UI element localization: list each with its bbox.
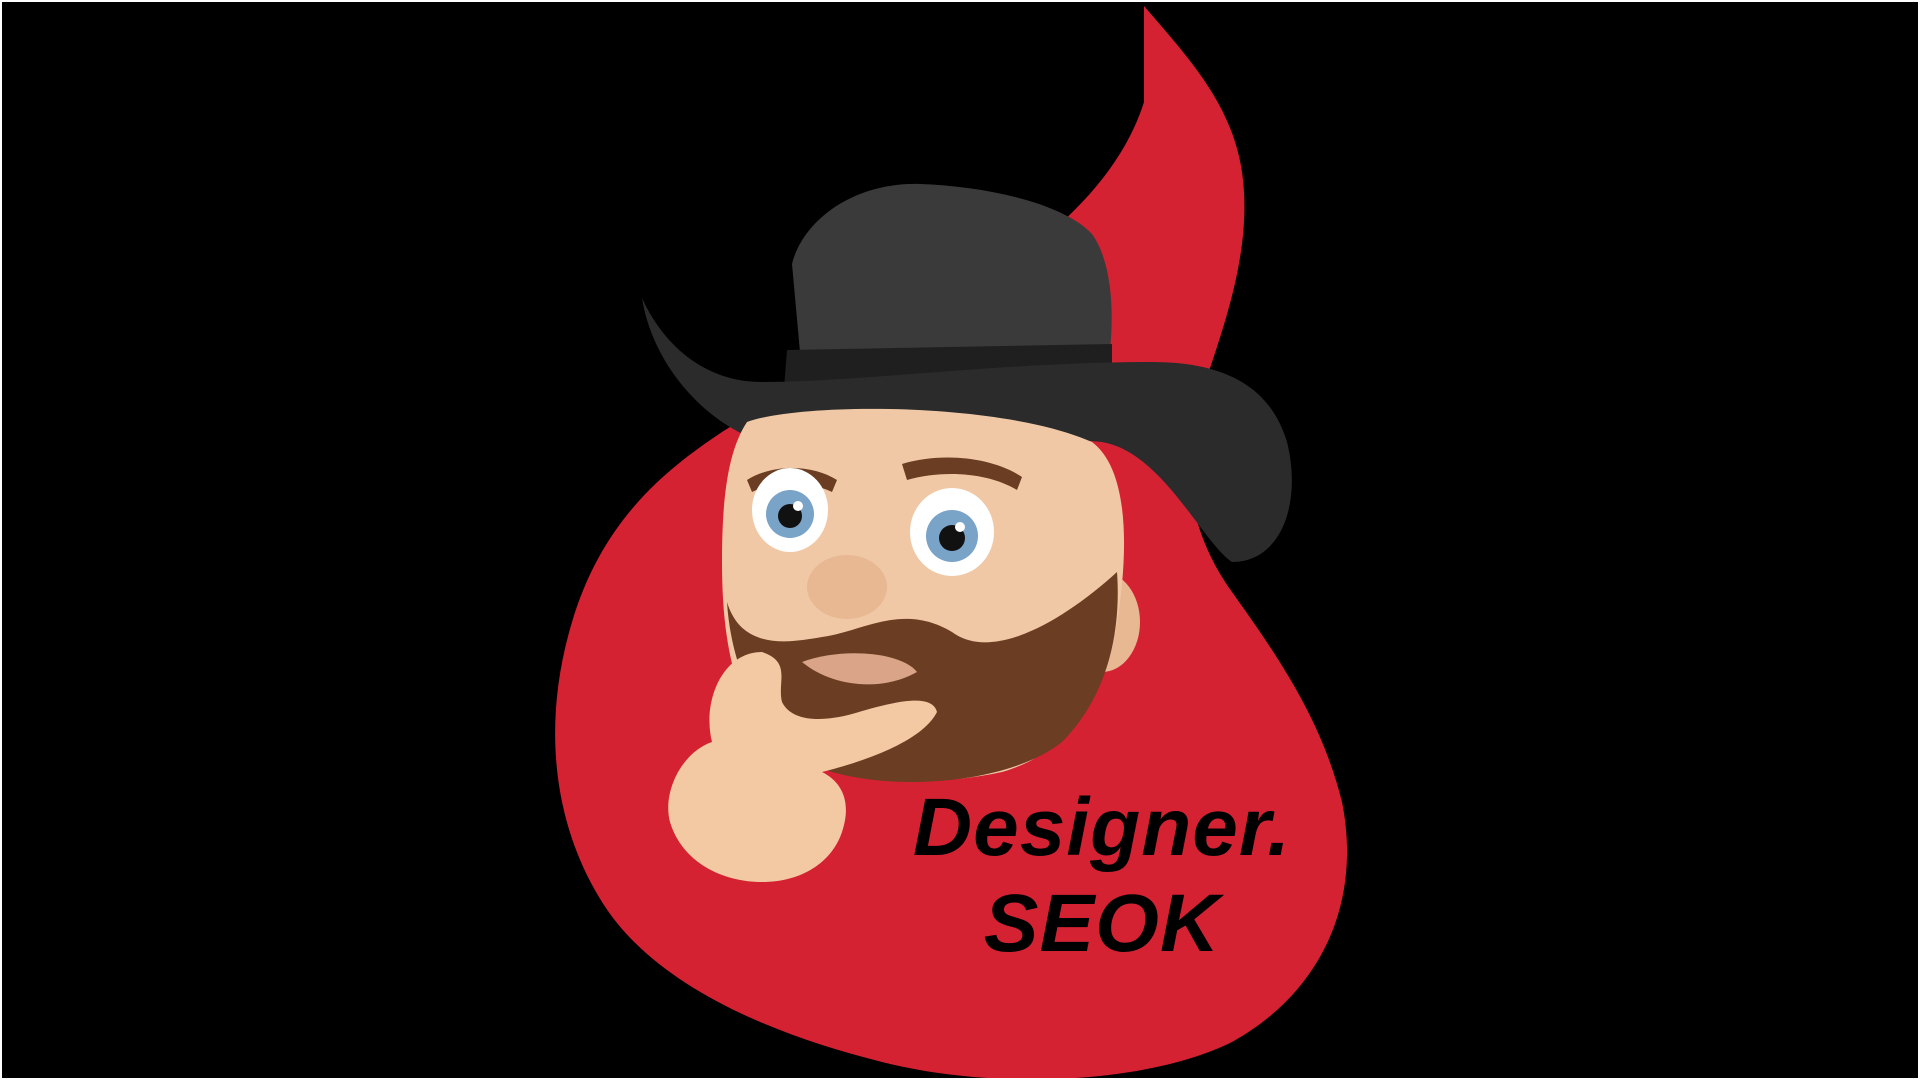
nose bbox=[807, 555, 887, 619]
brand-title: Designer. SEOK bbox=[862, 780, 1342, 972]
canvas: Designer. SEOK bbox=[2, 2, 1918, 1078]
brand-line-seok: SEOK bbox=[983, 878, 1221, 969]
brand-line-designer: Designer. bbox=[912, 782, 1292, 873]
